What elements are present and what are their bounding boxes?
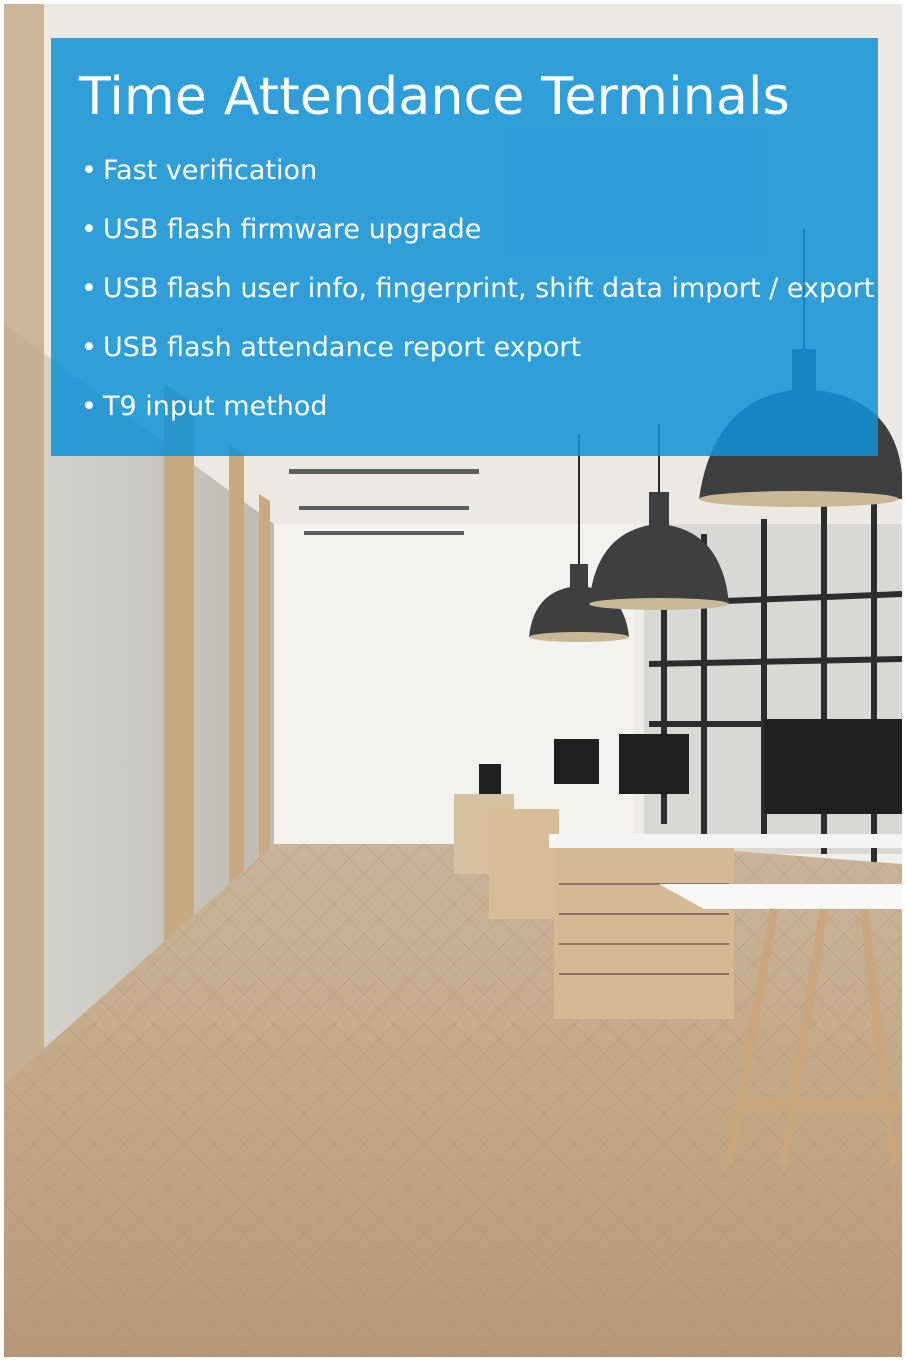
feature-panel: Time Attendance Terminals • Fast verifica… [51, 38, 878, 456]
bullet-icon: • [81, 273, 97, 304]
list-item: • Fast verification [81, 150, 874, 209]
page-title: Time Attendance Terminals [79, 67, 790, 127]
bullet-icon: • [81, 391, 97, 422]
list-item: • USB flash user info, fingerprint, shift… [81, 268, 874, 327]
slide: Time Attendance Terminals • Fast verifica… [0, 0, 906, 1361]
bullet-icon: • [81, 332, 97, 363]
list-item-label: T9 input method [103, 391, 328, 422]
list-item: • USB flash attendance report export [81, 327, 874, 386]
list-item: • T9 input method [81, 386, 874, 445]
list-item-label: Fast verification [103, 155, 318, 186]
list-item-label: USB flash attendance report export [103, 332, 582, 363]
list-item: • USB flash firmware upgrade [81, 209, 874, 268]
list-item-label: USB flash user info, fingerprint, shift … [103, 273, 875, 304]
list-item-label: USB flash firmware upgrade [103, 214, 482, 245]
bullet-icon: • [81, 214, 97, 245]
bullet-icon: • [81, 155, 97, 186]
feature-list: • Fast verification • USB flash firmware u… [81, 150, 874, 445]
